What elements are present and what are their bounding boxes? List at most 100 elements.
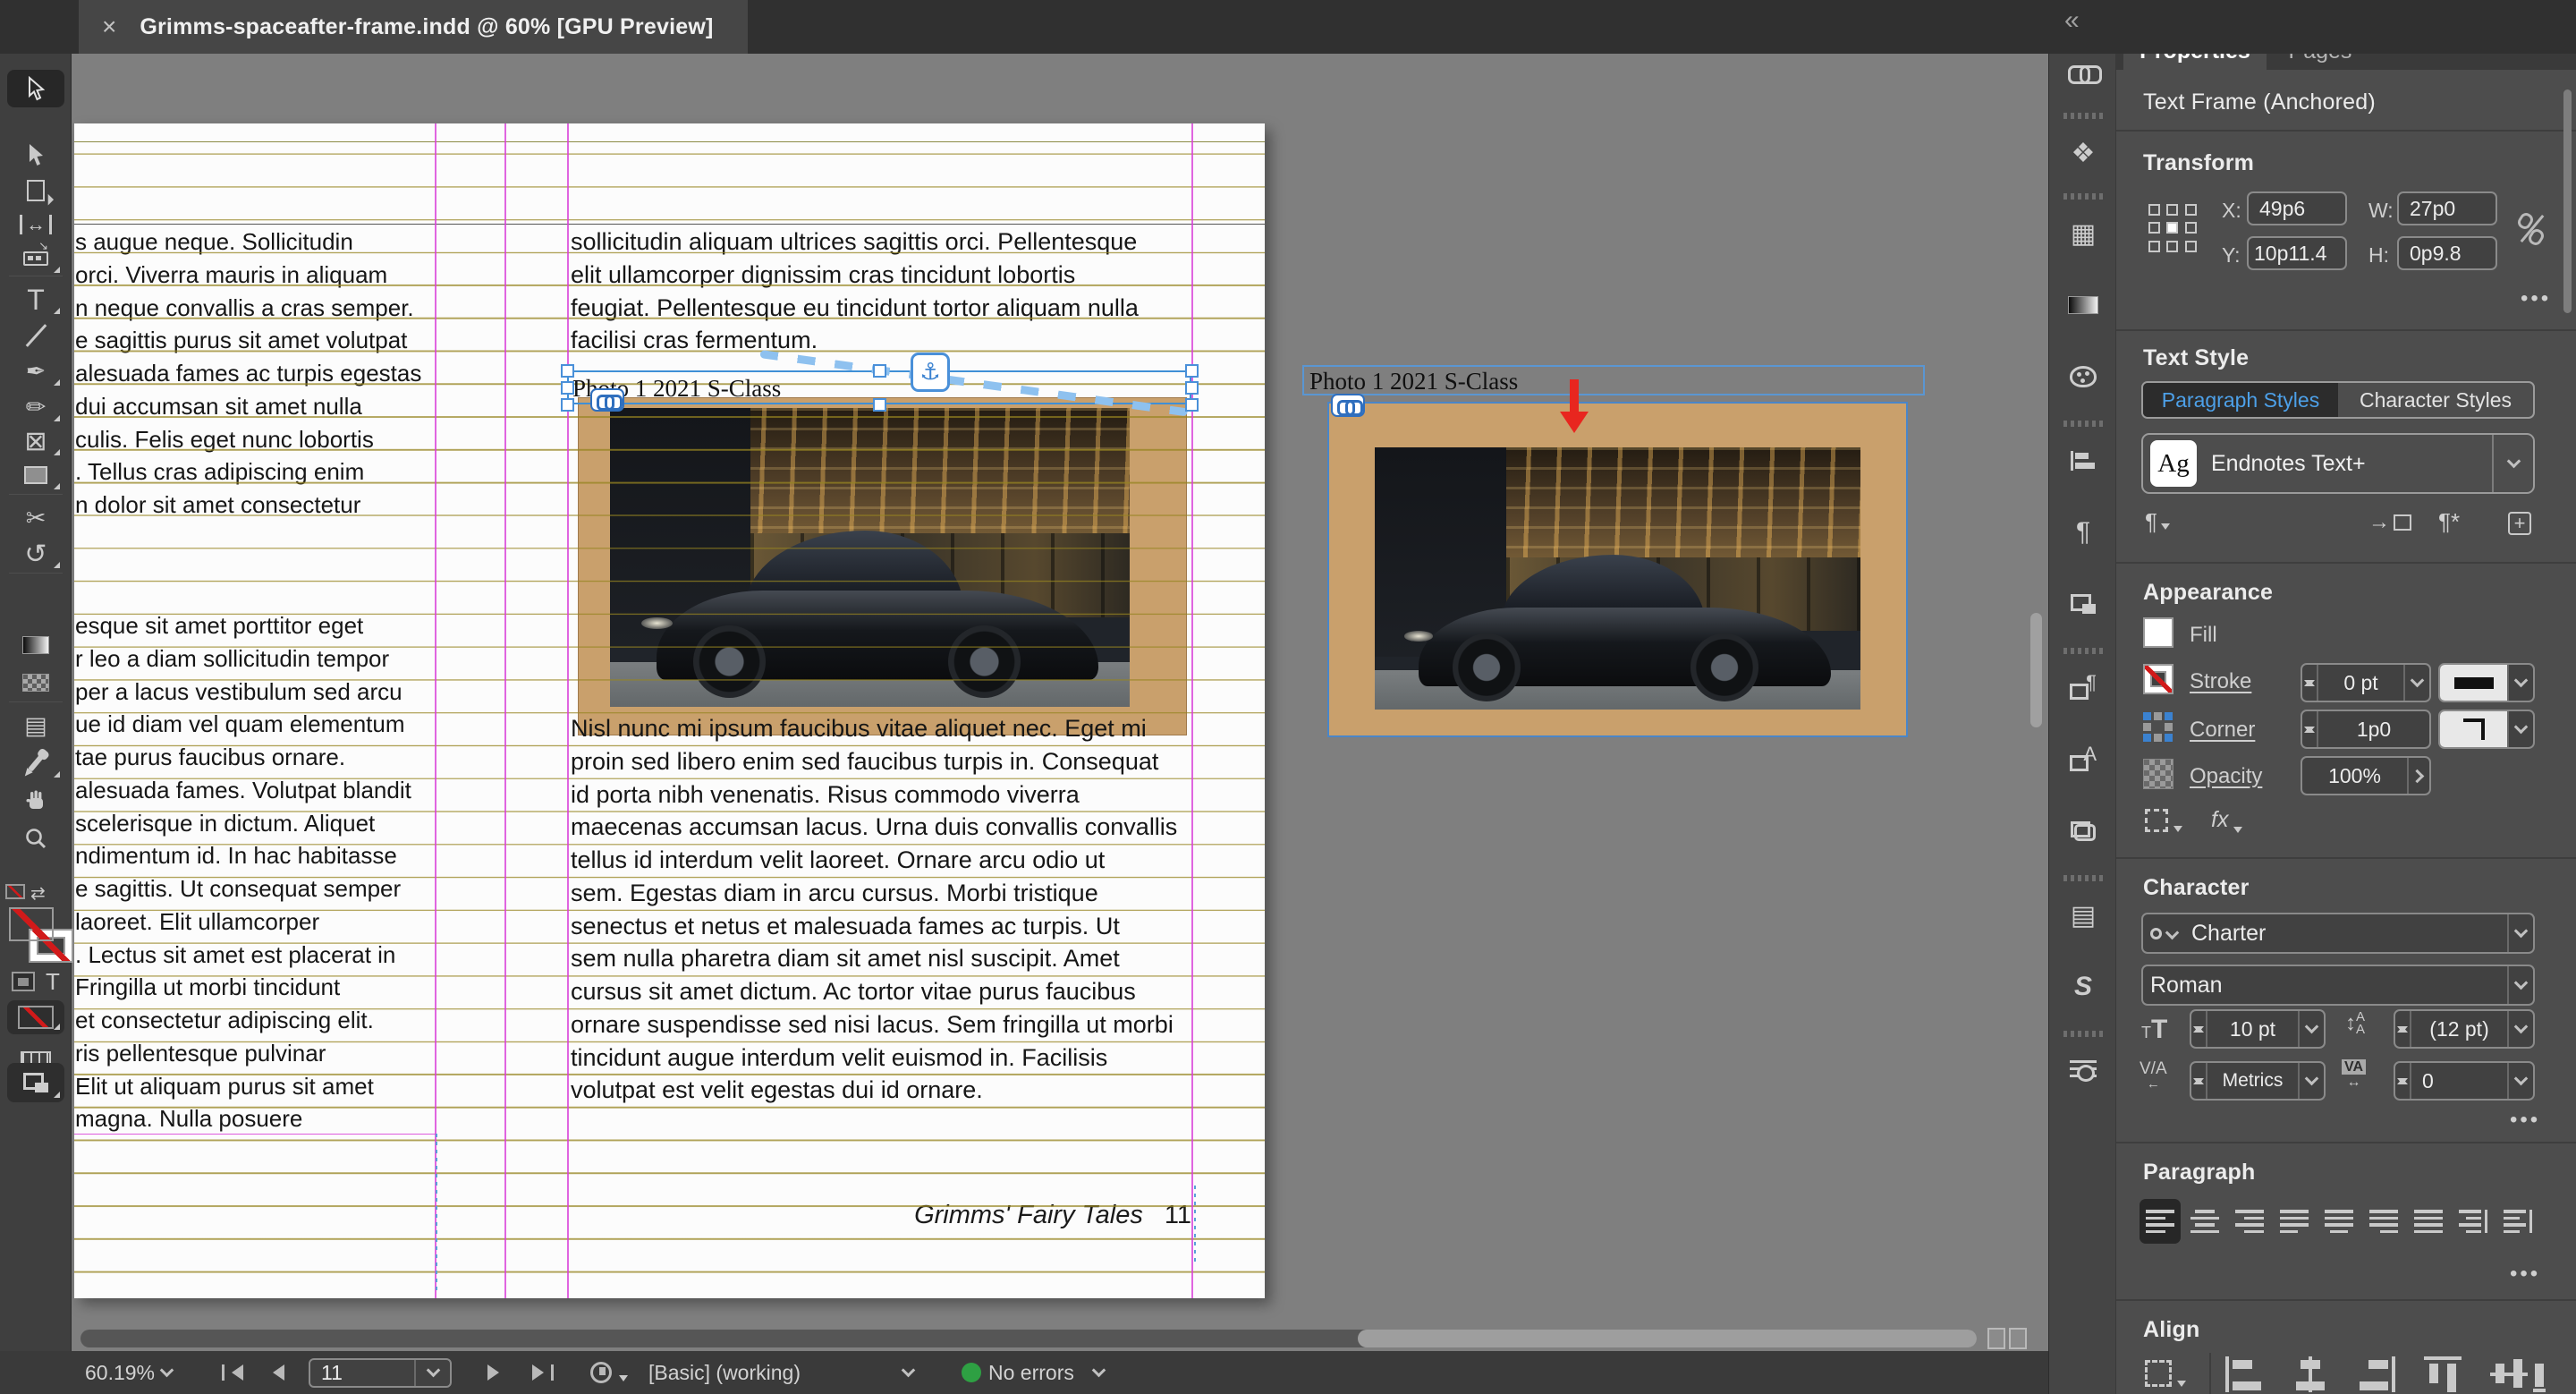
stroke-weight-value[interactable]: 0 pt <box>2317 665 2403 701</box>
stepper-arrows[interactable] <box>2191 1063 2206 1099</box>
default-fill-stroke-icon[interactable] <box>5 884 25 899</box>
margin-guide[interactable] <box>74 141 1265 142</box>
h-field[interactable]: 0p9.8 <box>2397 236 2497 270</box>
corner-label-link[interactable]: Corner <box>2190 718 2255 743</box>
stroke-type-dropdown[interactable] <box>2438 663 2535 702</box>
corner-radius-stepper[interactable]: 1p0 <box>2301 710 2431 749</box>
align-vertical-centers-button[interactable] <box>2490 1356 2528 1392</box>
font-size-value[interactable]: 10 pt <box>2206 1011 2298 1047</box>
justify-all-button[interactable] <box>2408 1199 2449 1244</box>
preflight-profile-menu[interactable]: [Basic] (working) <box>648 1351 801 1394</box>
document-status-icon[interactable] <box>590 1351 628 1394</box>
eyedropper-tool[interactable] <box>7 744 64 782</box>
page-footer[interactable]: Grimms' Fairy Tales 11 <box>914 1201 1191 1230</box>
free-transform-tool[interactable]: ↺ <box>7 535 64 573</box>
align-right-edges-button[interactable] <box>2358 1356 2395 1392</box>
chevron-down-icon[interactable] <box>2507 665 2533 701</box>
chevron-right-icon[interactable] <box>2407 758 2429 794</box>
tracking-stepper[interactable]: 0 <box>2394 1061 2535 1101</box>
scissors-tool[interactable]: ✂ <box>7 499 64 537</box>
w-field[interactable]: 27p0 <box>2397 191 2497 225</box>
column2-paragraph2[interactable]: Nisl nunc mi ipsum faucibus vitae alique… <box>571 712 1193 1107</box>
preflight-status[interactable]: No errors <box>962 1351 1104 1394</box>
page-number-field[interactable]: 11 <box>309 1358 452 1388</box>
close-tab-icon[interactable]: × <box>102 13 116 41</box>
car-photo[interactable] <box>610 408 1130 707</box>
corner-radius-value[interactable]: 1p0 <box>2317 711 2429 747</box>
stepper-arrows[interactable] <box>2191 1011 2206 1047</box>
effects-panel-icon[interactable]: S <box>2056 966 2110 1007</box>
selection-handle[interactable] <box>1185 381 1199 395</box>
stroke-label-link[interactable]: Stroke <box>2190 669 2251 694</box>
stroke-weight-stepper[interactable]: 0 pt <box>2301 663 2431 702</box>
kerning-stepper[interactable]: Metrics <box>2190 1061 2326 1101</box>
corner-shape-dropdown[interactable] <box>2438 710 2535 749</box>
selection-handle[interactable] <box>561 381 574 395</box>
font-style-dropdown[interactable]: Roman <box>2141 965 2535 1006</box>
create-style-icon[interactable]: ¶* <box>2438 508 2460 536</box>
direct-selection-tool[interactable] <box>7 136 64 174</box>
chevron-down-icon[interactable] <box>2298 1063 2324 1099</box>
pasteboard-car-photo[interactable] <box>1375 447 1860 710</box>
chevron-down-icon[interactable] <box>2298 1011 2324 1047</box>
anchored-object-panel-icon[interactable] <box>2056 811 2110 852</box>
align-horizontal-centers-button[interactable] <box>2292 1356 2329 1392</box>
align-to-selection-icon[interactable] <box>2145 1360 2186 1387</box>
align-bottom-edges-button[interactable] <box>2533 1356 2546 1392</box>
pasteboard-caption-frame[interactable]: Photo 1 2021 S-Class <box>1302 365 1925 395</box>
hand-tool[interactable] <box>7 782 64 820</box>
kerning-value[interactable]: Metrics <box>2206 1063 2298 1099</box>
horizontal-scrollbar-thumb[interactable] <box>1358 1330 1977 1347</box>
paragraph-styles-tab[interactable]: Paragraph Styles <box>2143 383 2338 417</box>
align-left-button[interactable] <box>2140 1199 2181 1244</box>
pencil-tool[interactable]: ✏ <box>7 388 64 426</box>
effects-fx-icon[interactable]: fx <box>2211 807 2242 833</box>
selection-handle[interactable] <box>561 364 574 378</box>
links-panel-icon[interactable] <box>2056 52 2110 93</box>
column-guide[interactable] <box>435 123 436 1298</box>
font-size-stepper[interactable]: 10 pt <box>2190 1009 2326 1049</box>
link-badge-icon[interactable] <box>590 388 624 412</box>
stepper-arrows[interactable] <box>2395 1063 2410 1099</box>
content-collector-tool[interactable] <box>7 240 64 277</box>
type-tool[interactable]: T <box>7 281 64 319</box>
tracking-value[interactable]: 0 <box>2410 1063 2507 1099</box>
column-guide[interactable] <box>567 123 569 1298</box>
gap-tool[interactable]: ↔ <box>7 206 64 243</box>
next-page-button[interactable] <box>487 1351 499 1394</box>
color-panel-icon[interactable] <box>2056 356 2110 397</box>
align-panel-icon[interactable] <box>2056 440 2110 481</box>
chevron-down-icon[interactable] <box>2507 1011 2533 1047</box>
gradient-feather-tool[interactable] <box>7 664 64 701</box>
column-guide[interactable] <box>504 123 506 1298</box>
selection-tool[interactable] <box>7 70 64 107</box>
align-toward-spine-button[interactable] <box>2453 1199 2494 1244</box>
leading-value[interactable]: (12 pt) <box>2410 1011 2507 1047</box>
fill-swatch[interactable] <box>9 907 54 941</box>
note-tool[interactable]: ▤ <box>7 707 64 744</box>
paragraph-mark-menu-icon[interactable]: ¶ <box>2145 508 2170 536</box>
align-away-from-spine-button[interactable] <box>2497 1199 2538 1244</box>
column-guide[interactable] <box>1191 123 1193 1298</box>
zoom-level-control[interactable]: 60.19% <box>85 1351 172 1394</box>
pen-tool[interactable]: ✒ <box>7 353 64 390</box>
stepper-arrows[interactable] <box>2302 665 2317 701</box>
opacity-control[interactable]: 100% <box>2301 756 2431 795</box>
selection-handle[interactable] <box>1185 398 1199 412</box>
column1-paragraph1[interactable]: s augue neque. Sollicitudin orci. Viverr… <box>75 225 436 522</box>
chevron-down-icon[interactable] <box>2403 665 2429 701</box>
stepper-arrows[interactable] <box>2395 1011 2410 1047</box>
selection-handle[interactable] <box>873 398 886 412</box>
character-styles-panel-icon[interactable]: A <box>2056 739 2110 780</box>
fill-swatch[interactable] <box>2143 617 2174 648</box>
opacity-value[interactable]: 100% <box>2302 758 2407 794</box>
align-top-edges-button[interactable] <box>2424 1356 2462 1392</box>
chevron-down-icon[interactable] <box>903 1351 913 1394</box>
gradient-panel-icon[interactable] <box>2056 285 2110 326</box>
rectangle-tool[interactable] <box>7 456 64 494</box>
font-family-dropdown[interactable]: Charter <box>2141 913 2535 954</box>
justify-right-button[interactable] <box>2363 1199 2404 1244</box>
text-wrap-panel-icon[interactable] <box>2056 1050 2110 1092</box>
collapse-panels-icon[interactable]: « <box>2064 5 2080 36</box>
selection-handle[interactable] <box>1185 364 1199 378</box>
